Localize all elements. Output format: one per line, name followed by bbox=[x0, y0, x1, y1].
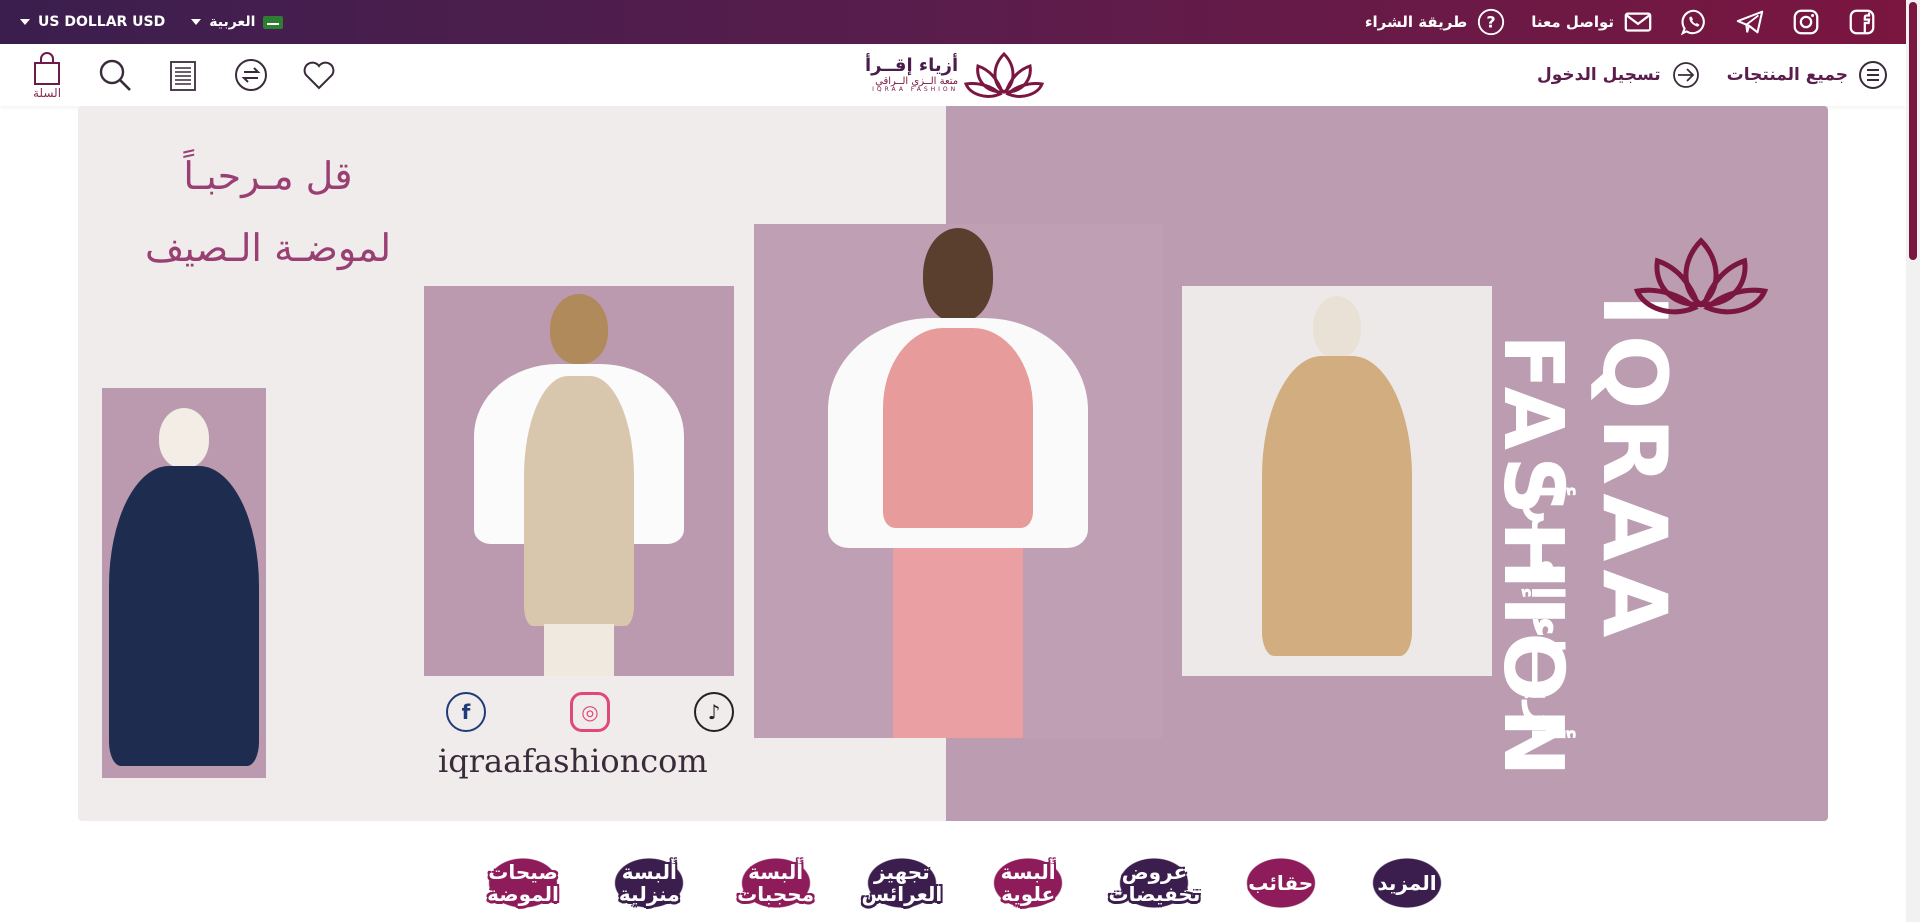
language-selector[interactable]: العربية bbox=[191, 14, 284, 30]
search-icon bbox=[99, 59, 131, 91]
model-photo-navy-coat bbox=[102, 388, 266, 778]
model-photo-beige-vest bbox=[424, 286, 734, 676]
facebook-icon: f bbox=[446, 692, 486, 732]
how-to-buy-label: طريقة الشراء bbox=[1364, 13, 1468, 31]
menu-icon bbox=[1859, 61, 1887, 89]
logo-text: أزياء إقــرأ متعة الــزي الــراقي IQRAA … bbox=[865, 56, 958, 93]
model-photo-camel-coat bbox=[1182, 286, 1492, 676]
search-button[interactable] bbox=[96, 56, 134, 94]
blog-button[interactable] bbox=[164, 56, 202, 94]
banner-brand: IQRAA FASHION أزيــاء إقــرأ bbox=[1485, 254, 1696, 783]
banner-website: iqraafashioncom bbox=[438, 742, 708, 780]
shopping-bag-icon bbox=[34, 52, 60, 85]
compare-icon bbox=[235, 59, 267, 91]
cart-label: السلة bbox=[32, 86, 62, 100]
banner-headline-2: لموضـة الـصيف bbox=[144, 226, 392, 270]
how-to-buy-link[interactable]: طريقة الشراء ? bbox=[1365, 6, 1507, 38]
top-bar: US DOLLAR USD العربية طريقة الشراء ? توا… bbox=[0, 0, 1906, 44]
category-fashion-trends[interactable]: صيحات الموضة bbox=[480, 852, 567, 914]
category-offers[interactable]: عروض تخفيضات bbox=[1109, 852, 1200, 914]
lotus-logo-icon bbox=[964, 51, 1045, 98]
contact-label: تواصل معنا bbox=[1531, 13, 1614, 31]
banner-lotus-icon bbox=[1634, 237, 1768, 315]
saudi-flag-icon bbox=[263, 15, 284, 29]
page-scrollbar[interactable] bbox=[1906, 0, 1920, 922]
currency-label: US DOLLAR USD bbox=[38, 14, 166, 30]
scrollbar-thumb[interactable] bbox=[1909, 2, 1917, 260]
facebook-icon[interactable] bbox=[1846, 6, 1878, 38]
category-nav: صيحات الموضة ألبسة منزلية ألبسة محجبات ت… bbox=[480, 852, 1450, 914]
login-arrow-icon bbox=[1672, 62, 1699, 88]
main-header: السلة أزياء إقــرأ متعة الــزي الــراقي … bbox=[0, 44, 1906, 106]
whatsapp-icon[interactable] bbox=[1678, 6, 1710, 38]
category-homewear[interactable]: ألبسة منزلية bbox=[606, 852, 693, 914]
document-icon bbox=[170, 61, 196, 91]
category-more[interactable]: المزيد bbox=[1364, 852, 1450, 914]
top-bar-selectors: US DOLLAR USD العربية bbox=[20, 14, 284, 30]
cart-button[interactable]: السلة bbox=[28, 50, 66, 100]
login-label: تسجيل الدخول bbox=[1537, 65, 1661, 85]
banner-headline-1: قل مـرحبـاً bbox=[183, 154, 353, 198]
heart-icon bbox=[303, 61, 335, 90]
header-actions: السلة bbox=[28, 50, 338, 100]
compare-button[interactable] bbox=[232, 56, 270, 94]
top-bar-links: طريقة الشراء ? تواصل معنا bbox=[1365, 6, 1878, 38]
chevron-down-icon bbox=[20, 19, 30, 25]
category-bags[interactable]: حقائب bbox=[1237, 852, 1324, 914]
currency-selector[interactable]: US DOLLAR USD bbox=[20, 14, 165, 30]
model-photo-pink-suit bbox=[754, 224, 1162, 738]
banner-social-icons: f ◎ ♪ bbox=[446, 692, 734, 732]
header-nav: تسجيل الدخول جميع المنتجات bbox=[1537, 60, 1888, 90]
mail-icon bbox=[1622, 6, 1654, 38]
telegram-icon[interactable] bbox=[1734, 6, 1766, 38]
instagram-icon[interactable] bbox=[1790, 6, 1822, 38]
all-products-label: جميع المنتجات bbox=[1726, 65, 1848, 85]
logo-english: IQRAA FASHION bbox=[872, 86, 959, 94]
category-tops[interactable]: ألبسة علوية bbox=[985, 852, 1072, 914]
brand-iqraa: IQRAA bbox=[1583, 294, 1686, 646]
chevron-down-icon bbox=[191, 19, 202, 25]
wishlist-button[interactable] bbox=[300, 56, 338, 94]
all-products-menu[interactable]: جميع المنتجات bbox=[1727, 60, 1888, 90]
login-link[interactable]: تسجيل الدخول bbox=[1537, 60, 1701, 90]
question-icon: ? bbox=[1475, 6, 1507, 38]
tiktok-icon: ♪ bbox=[694, 692, 734, 732]
contact-link[interactable]: تواصل معنا bbox=[1531, 6, 1654, 38]
hero-banner[interactable]: قل مـرحبـاً لموضـة الـصيف f ◎ ♪ iqraafas… bbox=[78, 106, 1828, 821]
logo-arabic: أزياء إقــرأ bbox=[865, 55, 959, 77]
svg-text:?: ? bbox=[1487, 13, 1496, 32]
category-hijab-wear[interactable]: ألبسة محجبات bbox=[732, 852, 819, 914]
language-label: العربية bbox=[209, 14, 256, 30]
category-bridal[interactable]: تجهيز العرائس bbox=[858, 852, 945, 914]
instagram-icon: ◎ bbox=[570, 692, 610, 732]
brand-arabic: أزيــاء إقــرأ bbox=[1521, 484, 1572, 742]
site-logo[interactable]: أزياء إقــرأ متعة الــزي الــراقي IQRAA … bbox=[865, 48, 1045, 102]
